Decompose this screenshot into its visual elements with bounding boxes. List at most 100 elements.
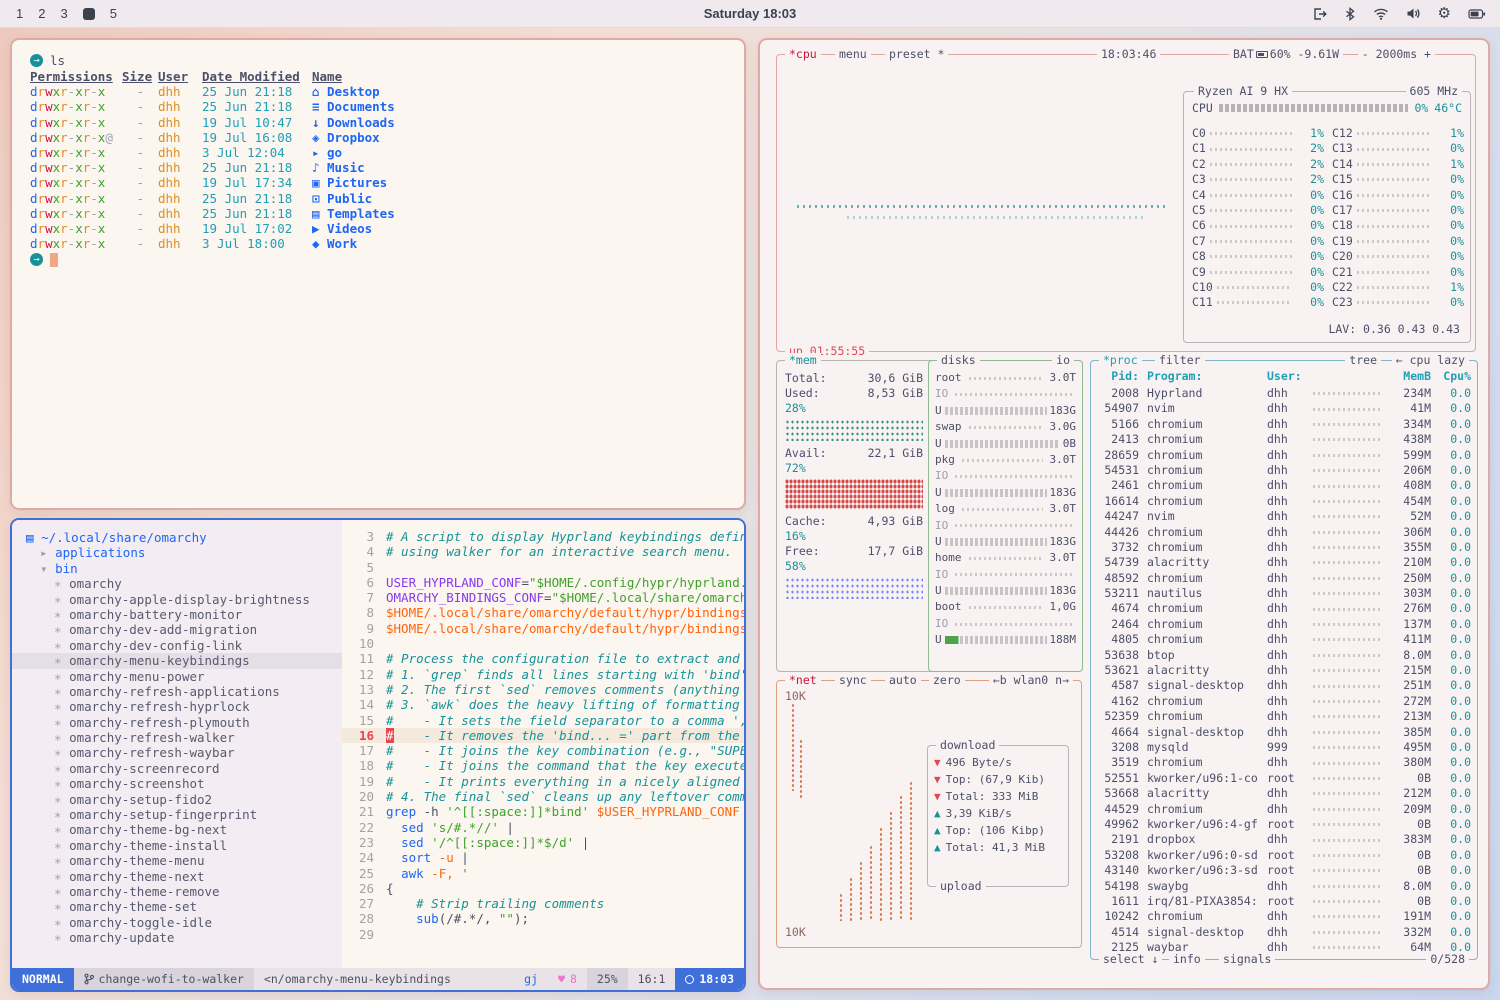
net-box-title[interactable]: *net <box>785 673 821 688</box>
gear-icon[interactable]: ⚙ <box>1438 6 1451 21</box>
disks-title[interactable]: disks <box>937 353 980 368</box>
tree-item-omarchy-theme-install[interactable]: ∗ omarchy-theme-install <box>12 838 342 853</box>
volume-icon[interactable] <box>1406 7 1421 20</box>
tree-item-omarchy-refresh-applications[interactable]: ∗ omarchy-refresh-applications <box>12 684 342 699</box>
file-tree-panel[interactable]: ▤ ~/.local/share/omarchy▸ applications▾ … <box>12 520 342 968</box>
process-row[interactable]: 2413chromiumdhh438M0.0 <box>1097 432 1471 447</box>
tree-item-omarchy-battery-monitor[interactable]: ∗ omarchy-battery-monitor <box>12 607 342 622</box>
tree-item-omarchy-dev-config-link[interactable]: ∗ omarchy-dev-config-link <box>12 638 342 653</box>
bluetooth-icon[interactable] <box>1344 7 1356 21</box>
process-row[interactable]: 16614chromiumdhh454M0.0 <box>1097 494 1471 509</box>
tree-item-omarchy-refresh-plymouth[interactable]: ∗ omarchy-refresh-plymouth <box>12 715 342 730</box>
menu-button[interactable]: menu <box>835 47 871 62</box>
tree-item-omarchy-dev-add-migration[interactable]: ∗ omarchy-dev-add-migration <box>12 622 342 637</box>
process-row[interactable]: 48592chromiumdhh250M0.0 <box>1097 571 1471 586</box>
tree-item-omarchy-update[interactable]: ∗ omarchy-update <box>12 930 342 945</box>
net-interface-nav[interactable]: ←b wlan0 n→ <box>989 673 1073 688</box>
process-row[interactable]: 54531chromiumdhh206M0.0 <box>1097 463 1471 478</box>
tree-item-bin[interactable]: ▾ bin <box>12 561 342 576</box>
btop-window[interactable]: *cpu menu preset * 18:03:46 BAT60% -9.61… <box>758 38 1490 990</box>
process-row[interactable]: 2008Hyprlanddhh234M0.0 <box>1097 386 1471 401</box>
tree-item-omarchy-theme-remove[interactable]: ∗ omarchy-theme-remove <box>12 884 342 899</box>
process-row[interactable]: 28659chromiumdhh599M0.0 <box>1097 448 1471 463</box>
process-row[interactable]: 54198swaybgdhh8.0M0.0 <box>1097 879 1471 894</box>
tree-toggle[interactable]: tree <box>1345 353 1381 368</box>
process-row[interactable]: 4674chromiumdhh276M0.0 <box>1097 601 1471 616</box>
process-row[interactable]: 4664signal-desktopdhh385M0.0 <box>1097 725 1471 740</box>
tree-item-omarchy-refresh-walker[interactable]: ∗ omarchy-refresh-walker <box>12 730 342 745</box>
process-row[interactable]: 53668alacrittydhh212M0.0 <box>1097 786 1471 801</box>
preset-button[interactable]: preset * <box>885 47 948 62</box>
tree-item--local-share-omarchy[interactable]: ▤ ~/.local/share/omarchy <box>12 530 342 545</box>
process-row[interactable]: 4162chromiumdhh272M0.0 <box>1097 694 1471 709</box>
tree-item-omarchy-screenrecord[interactable]: ∗ omarchy-screenrecord <box>12 761 342 776</box>
process-row[interactable]: 1611irq/81-PIXA3854:root0B0.0 <box>1097 894 1471 909</box>
battery-icon[interactable] <box>1468 8 1486 20</box>
tree-item-omarchy-theme-bg-next[interactable]: ∗ omarchy-theme-bg-next <box>12 822 342 837</box>
process-row[interactable]: 53638btopdhh8.0M0.0 <box>1097 648 1471 663</box>
process-row[interactable]: 5166chromiumdhh334M0.0 <box>1097 417 1471 432</box>
tree-item-omarchy-refresh-waybar[interactable]: ∗ omarchy-refresh-waybar <box>12 745 342 760</box>
net-sync-toggle[interactable]: sync <box>835 673 871 688</box>
process-row[interactable]: 44247nvimdhh52M0.0 <box>1097 509 1471 524</box>
workspace-5[interactable]: 5 <box>110 6 117 21</box>
tree-item-omarchy-apple-display-brightness[interactable]: ∗ omarchy-apple-display-brightness <box>12 592 342 607</box>
process-row[interactable]: 2461chromiumdhh408M0.0 <box>1097 478 1471 493</box>
nvim-window[interactable]: ▤ ~/.local/share/omarchy▸ applications▾ … <box>10 518 746 992</box>
tree-item-omarchy-setup-fingerprint[interactable]: ∗ omarchy-setup-fingerprint <box>12 807 342 822</box>
tree-item-omarchy-theme-next[interactable]: ∗ omarchy-theme-next <box>12 869 342 884</box>
net-auto-toggle[interactable]: auto <box>885 673 921 688</box>
process-row[interactable]: 3732chromiumdhh355M0.0 <box>1097 540 1471 555</box>
update-interval[interactable]: - 2000ms + <box>1358 47 1435 62</box>
process-row[interactable]: 10242chromiumdhh191M0.0 <box>1097 909 1471 924</box>
code-buffer[interactable]: 3# A script to display Hyprland keybindi… <box>342 520 744 968</box>
process-row[interactable]: 54907nvimdhh41M0.0 <box>1097 401 1471 416</box>
logout-icon[interactable] <box>1312 7 1327 21</box>
process-row[interactable]: 53621alacrittydhh215M0.0 <box>1097 663 1471 678</box>
process-row[interactable]: 54739alacrittydhh210M0.0 <box>1097 555 1471 570</box>
tree-item-omarchy-theme-set[interactable]: ∗ omarchy-theme-set <box>12 899 342 914</box>
filter-button[interactable]: filter <box>1155 353 1205 368</box>
process-row[interactable]: 4514signal-desktopdhh332M0.0 <box>1097 925 1471 940</box>
process-list[interactable]: 2008Hyprlanddhh234M0.054907nvimdhh41M0.0… <box>1097 386 1471 955</box>
process-row[interactable]: 44529chromiumdhh209M0.0 <box>1097 802 1471 817</box>
net-zero-toggle[interactable]: zero <box>929 673 965 688</box>
tree-item-omarchy[interactable]: ∗ omarchy <box>12 576 342 591</box>
process-row[interactable]: 4587signal-desktopdhh251M0.0 <box>1097 678 1471 693</box>
io-toggle[interactable]: io <box>1052 353 1074 368</box>
tree-item-omarchy-setup-fido2[interactable]: ∗ omarchy-setup-fido2 <box>12 792 342 807</box>
process-row[interactable]: 44426chromiumdhh306M0.0 <box>1097 525 1471 540</box>
process-row[interactable]: 3519chromiumdhh380M0.0 <box>1097 755 1471 770</box>
process-row[interactable]: 3208mysqld999495M0.0 <box>1097 740 1471 755</box>
tree-item-applications[interactable]: ▸ applications <box>12 545 342 560</box>
tree-item-omarchy-theme-menu[interactable]: ∗ omarchy-theme-menu <box>12 853 342 868</box>
tree-item-omarchy-menu-power[interactable]: ∗ omarchy-menu-power <box>12 669 342 684</box>
tree-item-omarchy-screenshot[interactable]: ∗ omarchy-screenshot <box>12 776 342 791</box>
process-row[interactable]: 52551kworker/u96:1-coroot0B0.0 <box>1097 771 1471 786</box>
process-row[interactable]: 2191dropboxdhh383M0.0 <box>1097 832 1471 847</box>
workspace-2[interactable]: 2 <box>38 6 45 21</box>
process-row[interactable]: 53208kworker/u96:0-sdroot0B0.0 <box>1097 848 1471 863</box>
wifi-icon[interactable] <box>1373 7 1389 20</box>
ls-terminal-window[interactable]: → ls Permissions Size User Date Modified… <box>10 38 746 510</box>
signals-button[interactable]: signals <box>1219 952 1275 967</box>
select-button[interactable]: select ↓ <box>1099 952 1162 967</box>
process-row[interactable]: 4805chromiumdhh411M0.0 <box>1097 632 1471 647</box>
process-row[interactable]: 2464chromiumdhh137M0.0 <box>1097 617 1471 632</box>
workspace-1[interactable]: 1 <box>16 6 23 21</box>
process-row[interactable]: 53211nautilusdhh303M0.0 <box>1097 586 1471 601</box>
proc-box-title[interactable]: *proc <box>1099 353 1142 368</box>
sort-column-nav[interactable]: ← cpu lazy <box>1392 353 1469 368</box>
process-row[interactable]: 49962kworker/u96:4-gfroot0B0.0 <box>1097 817 1471 832</box>
workspace-active-indicator[interactable] <box>83 8 95 20</box>
tree-item-omarchy-refresh-hyprlock[interactable]: ∗ omarchy-refresh-hyprlock <box>12 699 342 714</box>
chevron-right-icon: ▸ <box>40 545 55 560</box>
process-row[interactable]: 52359chromiumdhh213M0.0 <box>1097 709 1471 724</box>
info-button[interactable]: info <box>1169 952 1205 967</box>
process-row[interactable]: 43140kworker/u96:3-sdroot0B0.0 <box>1097 863 1471 878</box>
workspace-3[interactable]: 3 <box>60 6 67 21</box>
cpu-box-title[interactable]: *cpu <box>785 47 821 62</box>
mem-box-title[interactable]: *mem <box>785 353 821 368</box>
tree-item-omarchy-toggle-idle[interactable]: ∗ omarchy-toggle-idle <box>12 915 342 930</box>
tree-item-omarchy-menu-keybindings[interactable]: ∗ omarchy-menu-keybindings <box>12 653 342 668</box>
